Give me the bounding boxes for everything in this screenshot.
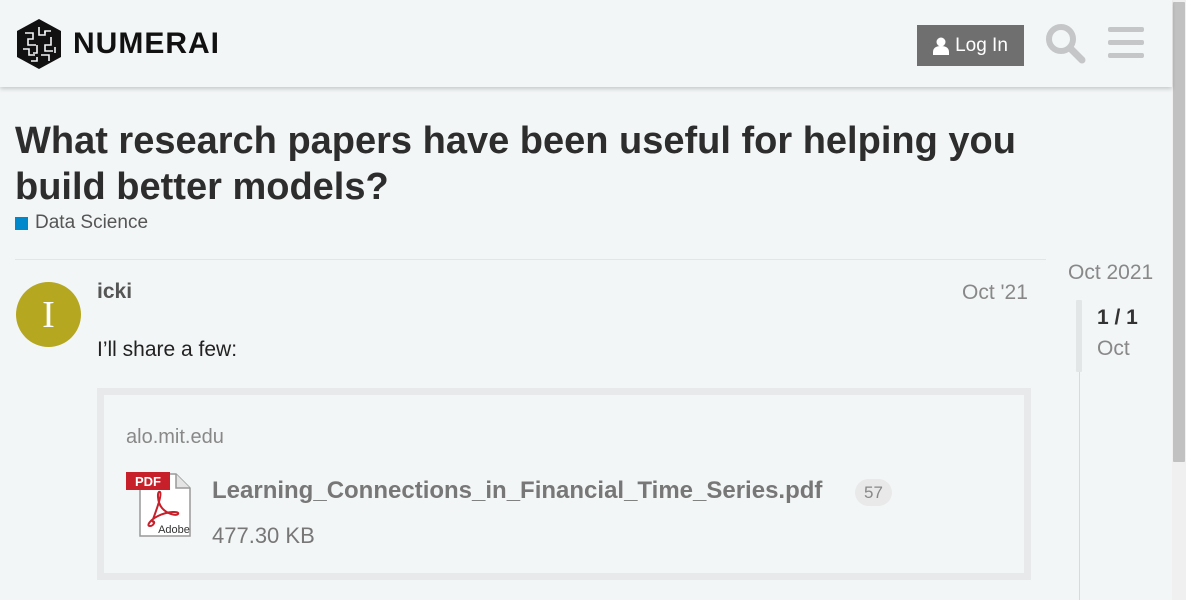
onebox-source[interactable]: alo.mit.edu [126,426,224,449]
user-icon [933,37,950,55]
pdf-file-link[interactable]: Learning_Connections_in_Financial_Time_S… [212,477,822,505]
login-label: Log In [955,34,1008,56]
hamburger-menu-icon[interactable] [1108,27,1144,59]
numerai-logo[interactable]: NUMERAI [15,17,220,71]
avatar[interactable]: I [16,282,81,347]
topic-divider [15,259,1046,260]
timeline-handle[interactable] [1076,300,1082,372]
timeline-start-date[interactable]: Oct 2021 [1068,261,1153,285]
site-header: NUMERAI Log In [0,0,1172,87]
click-count-badge: 57 [855,479,892,506]
topic-title[interactable]: What research papers have been useful fo… [15,118,1045,210]
logo-text: NUMERAI [73,27,220,60]
category-badge[interactable]: Data Science [15,212,148,234]
pdf-adobe-icon: PDF Adobe [126,472,191,537]
svg-text:PDF: PDF [135,474,161,489]
post-body-text: I’ll share a few: [97,338,238,361]
page-scrollbar[interactable] [1172,0,1186,600]
svg-text:Adobe: Adobe [158,524,190,536]
numerai-logo-icon [17,19,61,69]
post-date[interactable]: Oct '21 [962,281,1028,305]
post-username[interactable]: icki [97,280,132,304]
timeline-post-count: 1 / 1 [1097,306,1138,329]
search-icon[interactable] [1044,22,1086,64]
timeline-current-date: Oct [1097,337,1130,360]
category-color-swatch [15,216,28,230]
login-button[interactable]: Log In [917,25,1024,66]
scrollbar-thumb[interactable] [1173,2,1185,462]
link-onebox: alo.mit.edu PDF Adobe Learning_Connectio… [97,388,1031,580]
category-label: Data Science [35,212,149,233]
file-size: 477.30 KB [212,523,315,548]
